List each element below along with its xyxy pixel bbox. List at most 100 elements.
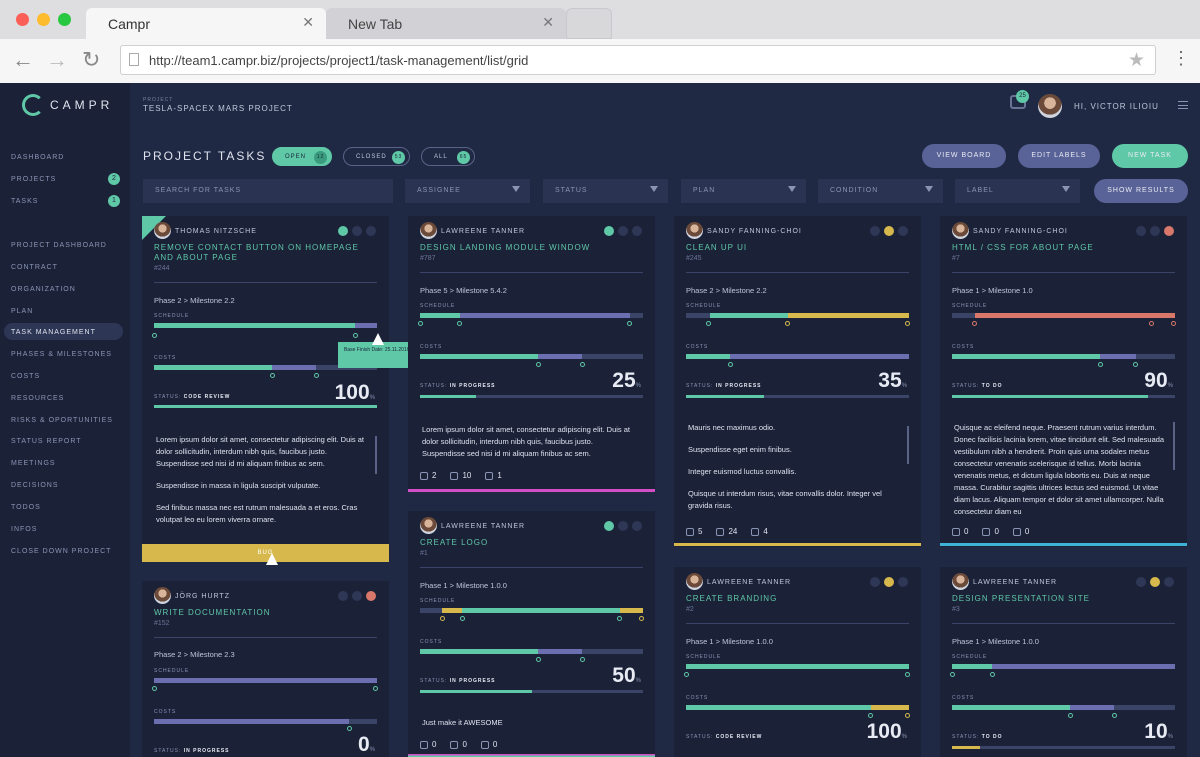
scrollbar[interactable] [375,436,377,474]
plan-select[interactable]: PLAN [681,179,806,203]
sidebar-item-resources[interactable]: RESOURCES [11,395,64,402]
sidebar-item-plan[interactable]: PLAN [11,308,33,315]
milestone-marker [418,321,423,326]
project-name[interactable]: TESLA-SPACEX MARS PROJECT [143,104,293,113]
sidebar-item-costs[interactable]: COSTS [11,373,40,380]
user-avatar[interactable] [1038,94,1062,118]
url-text: http://team1.campr.biz/projects/project1… [149,53,529,68]
attachments-count[interactable]: 5 [686,527,702,536]
sidebar-item-todos[interactable]: TODOS [11,504,41,511]
task-title[interactable]: CREATE LOGO [420,538,645,548]
sidebar-item-meetings[interactable]: MEETINGS [11,460,56,467]
comments-count[interactable]: 10 [450,471,471,480]
task-card[interactable]: LAWREENE TANNER CREATE BRANDING #2 Phase… [674,567,921,757]
todos-count[interactable]: 1 [485,471,502,480]
todos-count[interactable]: 0 [1012,527,1029,536]
maximize-window-button[interactable] [58,13,71,26]
show-results-button[interactable]: SHOW RESULTS [1094,179,1188,203]
status-caption: STATUS: [686,734,714,740]
task-title[interactable]: HTML / CSS FOR ABOUT PAGE [952,243,1177,253]
sidebar-item-infos[interactable]: INFOS [11,526,37,533]
sidebar-item-project-dashboard[interactable]: PROJECT DASHBOARD [11,242,107,249]
sidebar-item-organization[interactable]: ORGANIZATION [11,286,76,293]
task-title[interactable]: DESIGN PRESENTATION SITE [952,594,1177,604]
attachments-count[interactable]: 2 [420,471,436,480]
close-tab-icon[interactable]: ✕ [542,14,554,31]
attachments-count[interactable]: 0 [420,740,436,749]
comments-count[interactable]: 24 [716,527,737,536]
task-card[interactable]: LAWREENE TANNER DESIGN LANDING MODULE WI… [408,216,655,492]
todos-count[interactable]: 0 [480,740,497,749]
filter-open-pill[interactable]: OPEN 12 [272,147,332,166]
attach-value: 2 [432,471,437,480]
sidebar-item-status-report[interactable]: STATUS REPORT [11,438,82,445]
costs-bar [952,705,1175,710]
close-window-button[interactable] [16,13,29,26]
minimize-window-button[interactable] [37,13,50,26]
task-card[interactable]: THOMAS NITZSCHE REMOVE CONTACT BUTTON ON… [142,216,389,562]
reload-icon[interactable]: ↻ [82,47,100,73]
todos-count[interactable]: 4 [751,527,768,536]
condition-dot [1150,577,1160,587]
condition-dot [1136,226,1146,236]
schedule-label: SCHEDULE [154,313,190,319]
address-bar[interactable]: http://team1.campr.biz/projects/project1… [120,45,1156,75]
browser-tab-active[interactable]: Campr ✕ [86,8,326,39]
desc-item: Integer euismod luctus convallis. [688,467,797,476]
task-title[interactable]: CREATE BRANDING [686,594,911,604]
condition-select[interactable]: CONDITION [818,179,943,203]
sidebar-item-close-down[interactable]: CLOSE DOWN PROJECT [11,548,111,555]
comments-count[interactable]: 0 [982,527,999,536]
sidebar-item-projects[interactable]: PROJECTS [11,176,56,183]
new-tab-button[interactable] [566,8,612,39]
assignee-name: JÖRG HURTZ [175,593,230,600]
user-greeting[interactable]: HI, VICTOR ILIOIU [1074,102,1159,111]
task-card[interactable]: SANDY FANNING-CHOI HTML / CSS FOR ABOUT … [940,216,1187,547]
scrollbar[interactable] [907,426,909,464]
browser-tab[interactable]: New Tab ✕ [326,8,566,39]
attachments-count[interactable]: 0 [952,527,968,536]
milestone-marker [639,616,644,621]
condition-dot [352,591,362,601]
filter-all-pill[interactable]: ALL 65 [421,147,475,166]
sidebar-item-risks[interactable]: RISKS & OPORTUNITIES [11,417,113,424]
task-title[interactable]: REMOVE CONTACT BUTTON ON HOMEPAGE AND AB… [154,243,379,263]
task-title[interactable]: WRITE DOCUMENTATION [154,608,379,618]
campr-app: CAMPR DASHBOARD PROJECTS 2 TASKS 1 PROJE… [0,83,1200,757]
costs-label: COSTS [686,695,709,701]
sidebar-item-phases-milestones[interactable]: PHASES & MILESTONES [11,351,112,358]
task-card[interactable]: SANDY FANNING-CHOI CLEAN UP UI #245 Phas… [674,216,921,547]
scrollbar[interactable] [1173,422,1175,470]
sidebar-item-decisions[interactable]: DECISIONS [11,482,59,489]
filter-closed-pill[interactable]: CLOSED 53 [343,147,410,166]
mouse-cursor-icon [372,333,384,345]
milestone-marker [972,321,977,326]
edit-labels-button[interactable]: EDIT LABELS [1018,144,1100,168]
sidebar-item-contract[interactable]: CONTRACT [11,264,58,271]
task-title[interactable]: CLEAN UP UI [686,243,911,253]
task-card[interactable]: LAWREENE TANNER DESIGN PRESENTATION SITE… [940,567,1187,757]
checkbox-icon [751,527,760,536]
close-tab-icon[interactable]: ✕ [302,14,314,31]
task-card[interactable]: JÖRG HURTZ WRITE DOCUMENTATION #152 Phas… [142,581,389,757]
sidebar-item-task-management[interactable]: TASK MANAGEMENT [11,329,96,336]
bookmark-star-icon[interactable]: ★ [1128,49,1145,72]
view-board-button[interactable]: VIEW BOARD [922,144,1006,168]
sidebar-item-tasks[interactable]: TASKS [11,198,38,205]
new-task-button[interactable]: NEW TASK [1112,144,1188,168]
comments-count[interactable]: 0 [450,740,467,749]
task-title[interactable]: DESIGN LANDING MODULE WINDOW [420,243,645,253]
milestone-marker [1112,713,1117,718]
browser-menu-icon[interactable]: ⋮ [1172,48,1190,69]
hamburger-menu-icon[interactable] [1178,101,1188,109]
sidebar-item-dashboard[interactable]: DASHBOARD [11,154,64,161]
browser-chrome: Campr ✕ New Tab ✕ ← → ↻ http://team1.campr… [0,0,1200,83]
forward-icon[interactable]: → [46,47,68,73]
label-select[interactable]: LABEL [955,179,1080,203]
status-select[interactable]: STATUS [543,179,668,203]
task-card[interactable]: LAWREENE TANNER CREATE LOGO #1 Phase 1 >… [408,511,655,757]
assignee-select[interactable]: ASSIGNEE [405,179,530,203]
search-input[interactable]: SEARCH FOR TASKS [143,179,393,203]
back-icon[interactable]: ← [12,47,34,73]
campr-logo[interactable]: CAMPR [22,94,113,116]
